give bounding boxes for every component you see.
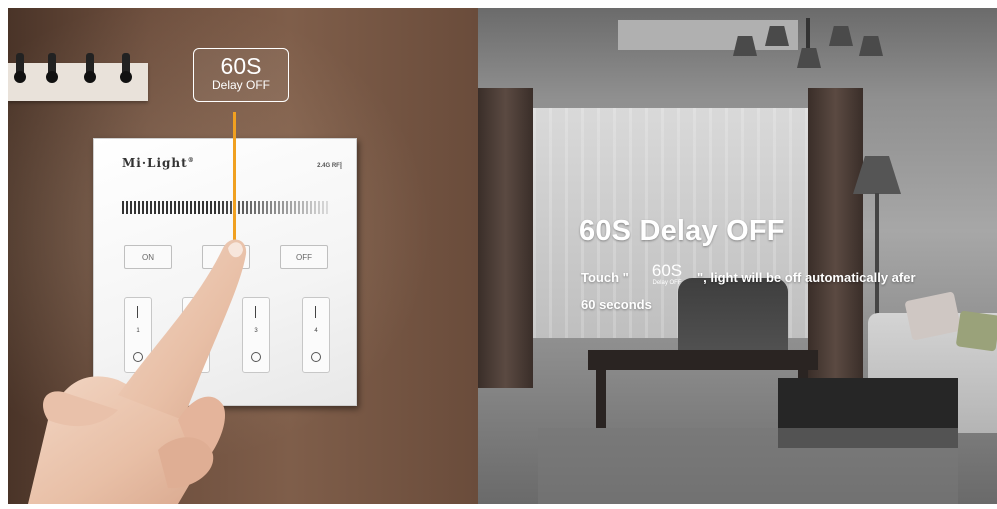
inline-icon-title: 60S [651, 261, 683, 280]
callout-title: 60S [220, 53, 262, 79]
chandelier [733, 18, 883, 98]
brand-name: Mi·Light [122, 156, 188, 170]
callout-subtitle: Delay OFF [211, 78, 270, 92]
feature-desc-suffix: ", light will be off automatically afer [697, 270, 916, 285]
curtain-left [478, 88, 533, 388]
promo-banner: Mi·Light® 2.4G RF⸾ ON OFF 1 2 3 4 [0, 0, 997, 509]
delay-off-callout: 60S Delay OFF [193, 48, 289, 102]
rf-label: 2.4G RF⸾ [317, 163, 342, 169]
brand-mark: ® [187, 157, 195, 164]
coat-hook [14, 53, 26, 83]
coat-hook [120, 53, 132, 83]
coffee-table [588, 350, 818, 370]
feature-desc-prefix: Touch " [581, 270, 629, 285]
pillow [955, 310, 997, 352]
rug [538, 428, 958, 504]
living-room-scene [478, 8, 997, 504]
feature-desc-line2: 60 seconds [581, 297, 652, 312]
feature-headline: 60S Delay OFF [579, 215, 785, 247]
coat-hook [84, 53, 96, 83]
brand-logo: Mi·Light® [122, 156, 195, 170]
curtain-right [808, 88, 863, 388]
delay-off-inline-icon: 60S Delay OFF [645, 262, 689, 292]
signal-icon: ⸾ [339, 163, 342, 169]
inline-icon-subtitle: Delay OFF [652, 280, 682, 286]
brightness-slider[interactable] [122, 201, 328, 214]
hand-pressing-icon [28, 239, 247, 504]
coat-hook [46, 53, 58, 83]
